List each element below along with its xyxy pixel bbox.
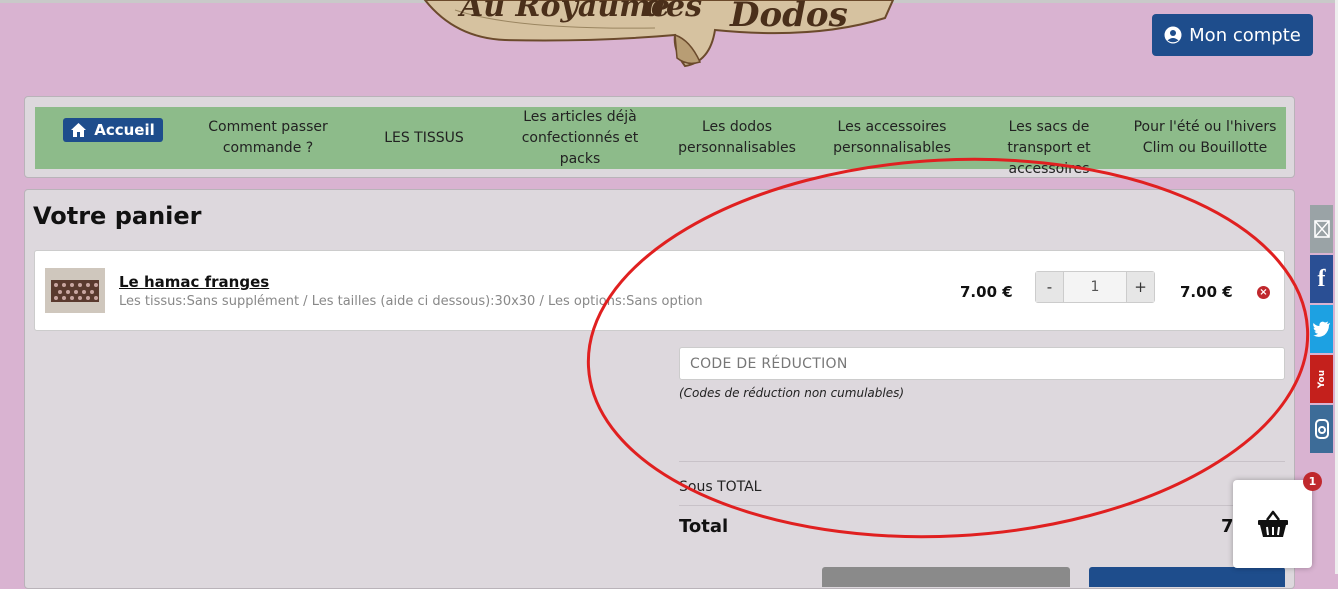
nav-item-articles-confectionnes[interactable]: Les articles déjà confectionnés et packs (511, 107, 649, 169)
nav-item-label: Les accessoires personnalisables (833, 119, 951, 156)
svg-text:Dodos: Dodos (729, 0, 848, 35)
main-navigation: Accueil Comment passer commande ? LES TI… (24, 96, 1295, 178)
quantity-decrease-button[interactable]: - (1036, 272, 1063, 302)
divider (679, 461, 1285, 462)
page-title: Votre panier (33, 202, 202, 230)
nav-item-label: Accueil (94, 121, 155, 139)
nav-item-dodos-personnalisables[interactable]: Les dodos personnalisables (673, 107, 801, 169)
discount-code-note: (Codes de réduction non cumulables) (679, 386, 905, 400)
line-total: 7.00 € (1180, 283, 1233, 301)
nav-item-les-tissus[interactable]: LES TISSUS (365, 107, 483, 169)
divider (679, 505, 1285, 506)
product-thumbnail[interactable] (45, 268, 105, 313)
instagram-icon[interactable] (1310, 405, 1333, 453)
nav-item-accueil[interactable]: Accueil (63, 118, 163, 142)
youtube-icon[interactable]: You (1310, 355, 1333, 403)
logo-text: Au Royaume (457, 0, 670, 24)
basket-count-badge: 1 (1303, 472, 1322, 491)
product-name-link[interactable]: Le hamac franges (119, 273, 269, 291)
nav-bar: Accueil Comment passer commande ? LES TI… (35, 107, 1286, 177)
nav-item-sacs-de-transport[interactable]: Les sacs de transport et accessoires (993, 117, 1105, 179)
nav-item-ete-hivers[interactable]: Pour l'été ou l'hivers Clim ou Bouillott… (1127, 107, 1283, 169)
product-options: Les tissus:Sans supplément / Les tailles… (119, 294, 703, 309)
floating-basket-button[interactable] (1233, 480, 1312, 568)
continue-shopping-button[interactable] (822, 567, 1070, 587)
nav-item-accessoires-personnalisables[interactable]: Les accessoires personnalisables (825, 107, 959, 169)
nav-item-label: Les articles déjà confectionnés et packs (521, 108, 639, 167)
cart-item: Le hamac franges Les tissus:Sans supplém… (34, 250, 1285, 331)
quantity-input[interactable]: 1 (1063, 272, 1127, 302)
facebook-icon[interactable]: f (1310, 255, 1333, 303)
account-button[interactable]: Mon compte (1152, 14, 1313, 56)
quantity-increase-button[interactable]: + (1127, 272, 1154, 302)
nav-item-label: Pour l'été ou l'hivers Clim ou Bouillott… (1133, 119, 1277, 156)
nav-item-label: LES TISSUS (384, 129, 464, 146)
quantity-stepper: - 1 + (1035, 271, 1155, 303)
checkout-button[interactable] (1089, 567, 1285, 587)
total-value: 7 (1221, 516, 1234, 537)
site-logo[interactable]: Au Royaume des Dodos (415, 0, 905, 70)
total-label: Total (679, 516, 729, 537)
home-icon (71, 123, 87, 137)
unit-price: 7.00 € (960, 283, 1013, 301)
account-label: Mon compte (1189, 24, 1301, 46)
discount-code-input[interactable]: CODE DE RÉDUCTION (679, 347, 1285, 380)
basket-icon (1257, 510, 1288, 537)
twitter-icon[interactable] (1310, 305, 1333, 353)
remove-item-icon[interactable]: × (1257, 286, 1270, 299)
cart-panel: Votre panier Le hamac franges Les tissus… (24, 189, 1295, 589)
user-icon (1164, 26, 1182, 44)
email-icon[interactable] (1310, 205, 1333, 253)
nav-item-label: Les sacs de transport et accessoires (1007, 119, 1091, 177)
subtotal-label: Sous TOTAL (679, 479, 762, 495)
nav-item-comment-passer-commande[interactable]: Comment passer commande ? (200, 107, 336, 169)
nav-item-label: Comment passer commande ? (208, 119, 328, 156)
svg-text:des: des (645, 0, 702, 24)
nav-item-label: Les dodos personnalisables (678, 119, 796, 156)
